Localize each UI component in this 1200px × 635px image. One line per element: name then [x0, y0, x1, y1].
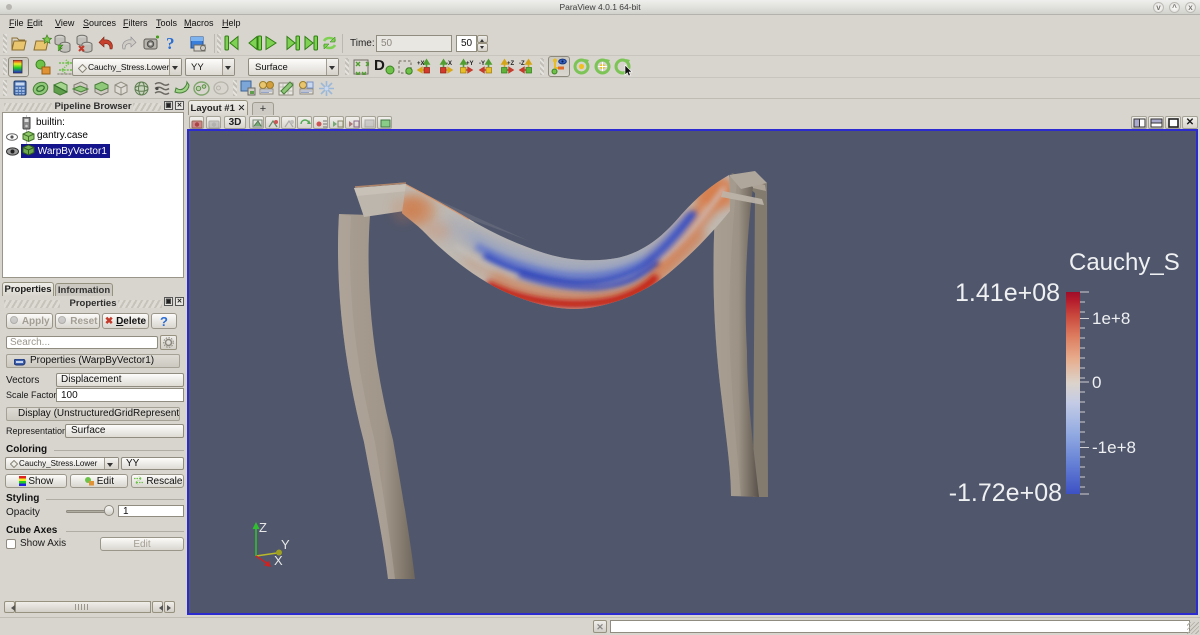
svg-text:0: 0	[1092, 373, 1101, 392]
svg-text:-X: -X	[446, 61, 452, 67]
svg-text:+Z: +Z	[507, 61, 515, 67]
svg-text:-1.72e+08: -1.72e+08	[949, 479, 1062, 507]
svg-text:+Y: +Y	[466, 61, 474, 67]
svg-text:-Z: -Z	[519, 61, 525, 67]
svg-text:Cauchy_S: Cauchy_S	[1069, 249, 1180, 276]
svg-text:1.41e+08: 1.41e+08	[955, 279, 1060, 307]
svg-text:1e+8: 1e+8	[1092, 309, 1130, 328]
svg-text:-1e+8: -1e+8	[1092, 438, 1136, 457]
svg-text:+X: +X	[417, 61, 425, 67]
svg-text:-Y: -Y	[479, 61, 485, 67]
svg-text:Z: Z	[259, 520, 267, 535]
svg-text:X: X	[274, 553, 283, 568]
svg-text:Y: Y	[281, 537, 290, 552]
